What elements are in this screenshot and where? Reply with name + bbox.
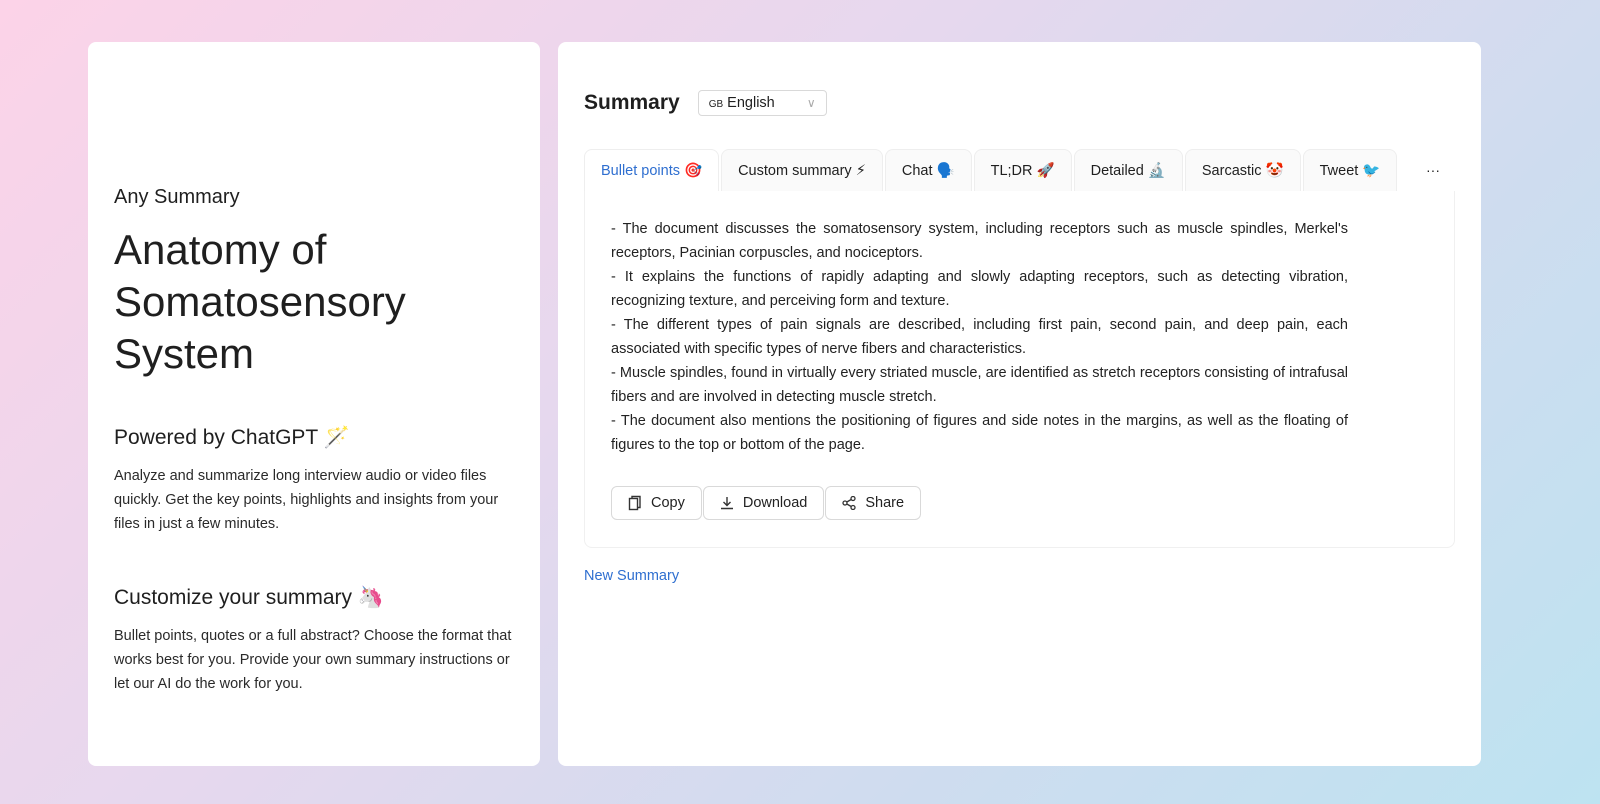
bullet-item: - It explains the functions of rapidly a… bbox=[611, 269, 1348, 309]
language-select[interactable]: GB English ∨ bbox=[697, 90, 827, 116]
bullet-item: - Muscle spindles, found in virtually ev… bbox=[611, 365, 1348, 405]
more-tabs-button[interactable]: ··· bbox=[1411, 149, 1455, 191]
summary-text: - The document discusses the somatosenso… bbox=[611, 217, 1348, 457]
feature-chatgpt: Powered by ChatGPT 🪄 Analyze and summari… bbox=[114, 426, 514, 536]
summary-card: Summary GB English ∨ Bullet points 🎯 Cust… bbox=[558, 42, 1481, 766]
feature-heading: Powered by ChatGPT 🪄 bbox=[114, 426, 350, 449]
copy-button[interactable]: Copy bbox=[611, 486, 702, 520]
info-card: Any Summary Anatomy of Somatosensory Sys… bbox=[88, 42, 540, 766]
tab-custom-summary[interactable]: Custom summary ⚡ bbox=[721, 149, 883, 191]
feature-text: Analyze and summarize long interview aud… bbox=[114, 468, 499, 532]
download-icon bbox=[720, 497, 733, 510]
document-title: Anatomy of Somatosensory System bbox=[114, 226, 406, 377]
summary-panel: - The document discusses the somatosenso… bbox=[584, 191, 1455, 548]
bullet-item: - The document discusses the somatosenso… bbox=[611, 221, 1348, 261]
tab-tldr[interactable]: TL;DR 🚀 bbox=[973, 149, 1072, 191]
tab-detailed[interactable]: Detailed 🔬 bbox=[1073, 149, 1183, 191]
download-button[interactable]: Download bbox=[702, 486, 825, 520]
summary-tabs: Bullet points 🎯 Custom summary ⚡ Chat 🗣️… bbox=[584, 149, 1455, 191]
bullet-item: - The different types of pain signals ar… bbox=[611, 317, 1348, 357]
flag-gb-icon: GB bbox=[708, 99, 724, 110]
tab-bullet-points[interactable]: Bullet points 🎯 bbox=[584, 149, 720, 191]
new-summary-link[interactable]: New Summary bbox=[584, 568, 679, 584]
app-name: Any Summary bbox=[114, 186, 240, 208]
tab-sarcastic[interactable]: Sarcastic 🤡 bbox=[1184, 149, 1301, 191]
tab-tweet[interactable]: Tweet 🐦 bbox=[1302, 149, 1398, 191]
summary-title: Summary bbox=[584, 91, 680, 114]
chevron-down-icon: ∨ bbox=[806, 96, 816, 110]
language-value: English bbox=[727, 95, 775, 111]
download-label: Download bbox=[742, 495, 808, 511]
copy-icon bbox=[628, 495, 641, 511]
share-label: Share bbox=[865, 495, 905, 511]
feature-heading: Customize your summary 🦄 bbox=[114, 586, 385, 609]
share-icon bbox=[842, 496, 857, 510]
feature-customize: Customize your summary 🦄 Bullet points, … bbox=[114, 586, 514, 696]
share-button[interactable]: Share bbox=[825, 486, 922, 520]
bullet-item: - The document also mentions the positio… bbox=[611, 413, 1348, 453]
feature-text: Bullet points, quotes or a full abstract… bbox=[114, 628, 512, 692]
tab-chat[interactable]: Chat 🗣️ bbox=[884, 149, 972, 191]
copy-label: Copy bbox=[651, 495, 685, 511]
